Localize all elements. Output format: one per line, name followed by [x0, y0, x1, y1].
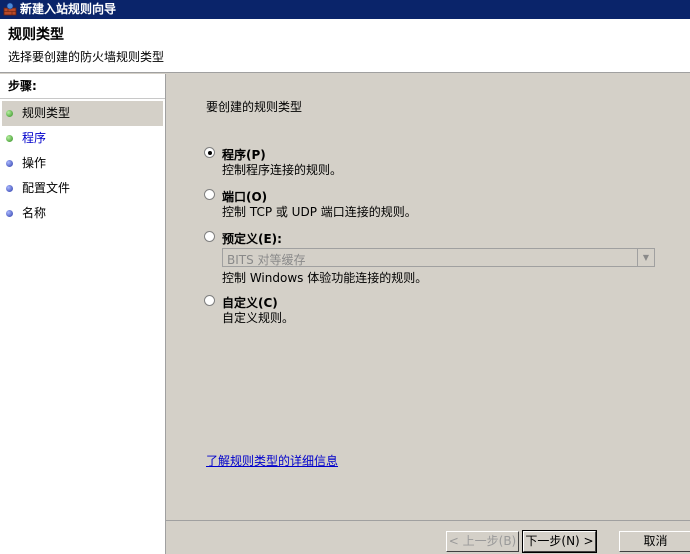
steps-panel: 步骤: 规则类型 程序 操作 配置文件 名称	[0, 74, 166, 554]
predefined-select[interactable]: BITS 对等缓存 ▼	[222, 248, 655, 267]
step-completed-icon	[6, 110, 13, 117]
title-bar: 新建入站规则向导	[0, 0, 690, 19]
step-completed-icon	[6, 135, 13, 142]
page-subtitle: 选择要创建的防火墙规则类型	[8, 50, 165, 64]
window-title: 新建入站规则向导	[20, 2, 117, 16]
step-pending-icon	[6, 210, 13, 217]
step-program[interactable]: 程序	[0, 126, 165, 151]
step-pending-icon	[6, 160, 13, 167]
chevron-down-icon[interactable]: ▼	[637, 249, 654, 266]
learn-more-link[interactable]: 了解规则类型的详细信息	[206, 452, 338, 469]
main-content: 要创建的规则类型 程序(P) 控制程序连接的规则。 端口(O) 控制 TCP 或…	[166, 74, 690, 520]
step-label: 程序	[22, 131, 47, 145]
predefined-select-value: BITS 对等缓存	[227, 253, 306, 267]
rule-type-prompt: 要创建的规则类型	[206, 100, 303, 114]
step-label: 规则类型	[22, 106, 71, 120]
step-profile: 配置文件	[0, 176, 165, 201]
option-description: 自定义规则。	[222, 311, 295, 325]
radio-predefined[interactable]	[204, 231, 215, 242]
steps-heading: 步骤:	[0, 74, 165, 99]
step-name: 名称	[0, 201, 165, 226]
next-button[interactable]: 下一步(N) >	[522, 530, 597, 553]
step-label: 操作	[22, 156, 47, 170]
page-header: 规则类型 选择要创建的防火墙规则类型	[0, 19, 690, 73]
page-title: 规则类型	[8, 27, 64, 43]
step-label: 名称	[22, 206, 47, 220]
radio-program[interactable]	[204, 147, 215, 158]
button-bar: < 上一步(B) 下一步(N) > 取消	[166, 520, 690, 554]
back-button[interactable]: < 上一步(B)	[446, 531, 519, 552]
step-label: 配置文件	[22, 181, 71, 195]
radio-port[interactable]	[204, 189, 215, 200]
step-action: 操作	[0, 151, 165, 176]
option-label[interactable]: 预定义(E):	[222, 230, 282, 247]
cancel-button[interactable]: 取消	[619, 531, 690, 552]
radio-custom[interactable]	[204, 295, 215, 306]
firewall-wizard-icon	[3, 2, 17, 16]
step-pending-icon	[6, 185, 13, 192]
option-description: 控制 TCP 或 UDP 端口连接的规则。	[222, 205, 417, 219]
step-rule-type[interactable]: 规则类型	[2, 101, 163, 126]
option-description: 控制 Windows 体验功能连接的规则。	[222, 271, 428, 285]
option-description: 控制程序连接的规则。	[222, 163, 343, 177]
